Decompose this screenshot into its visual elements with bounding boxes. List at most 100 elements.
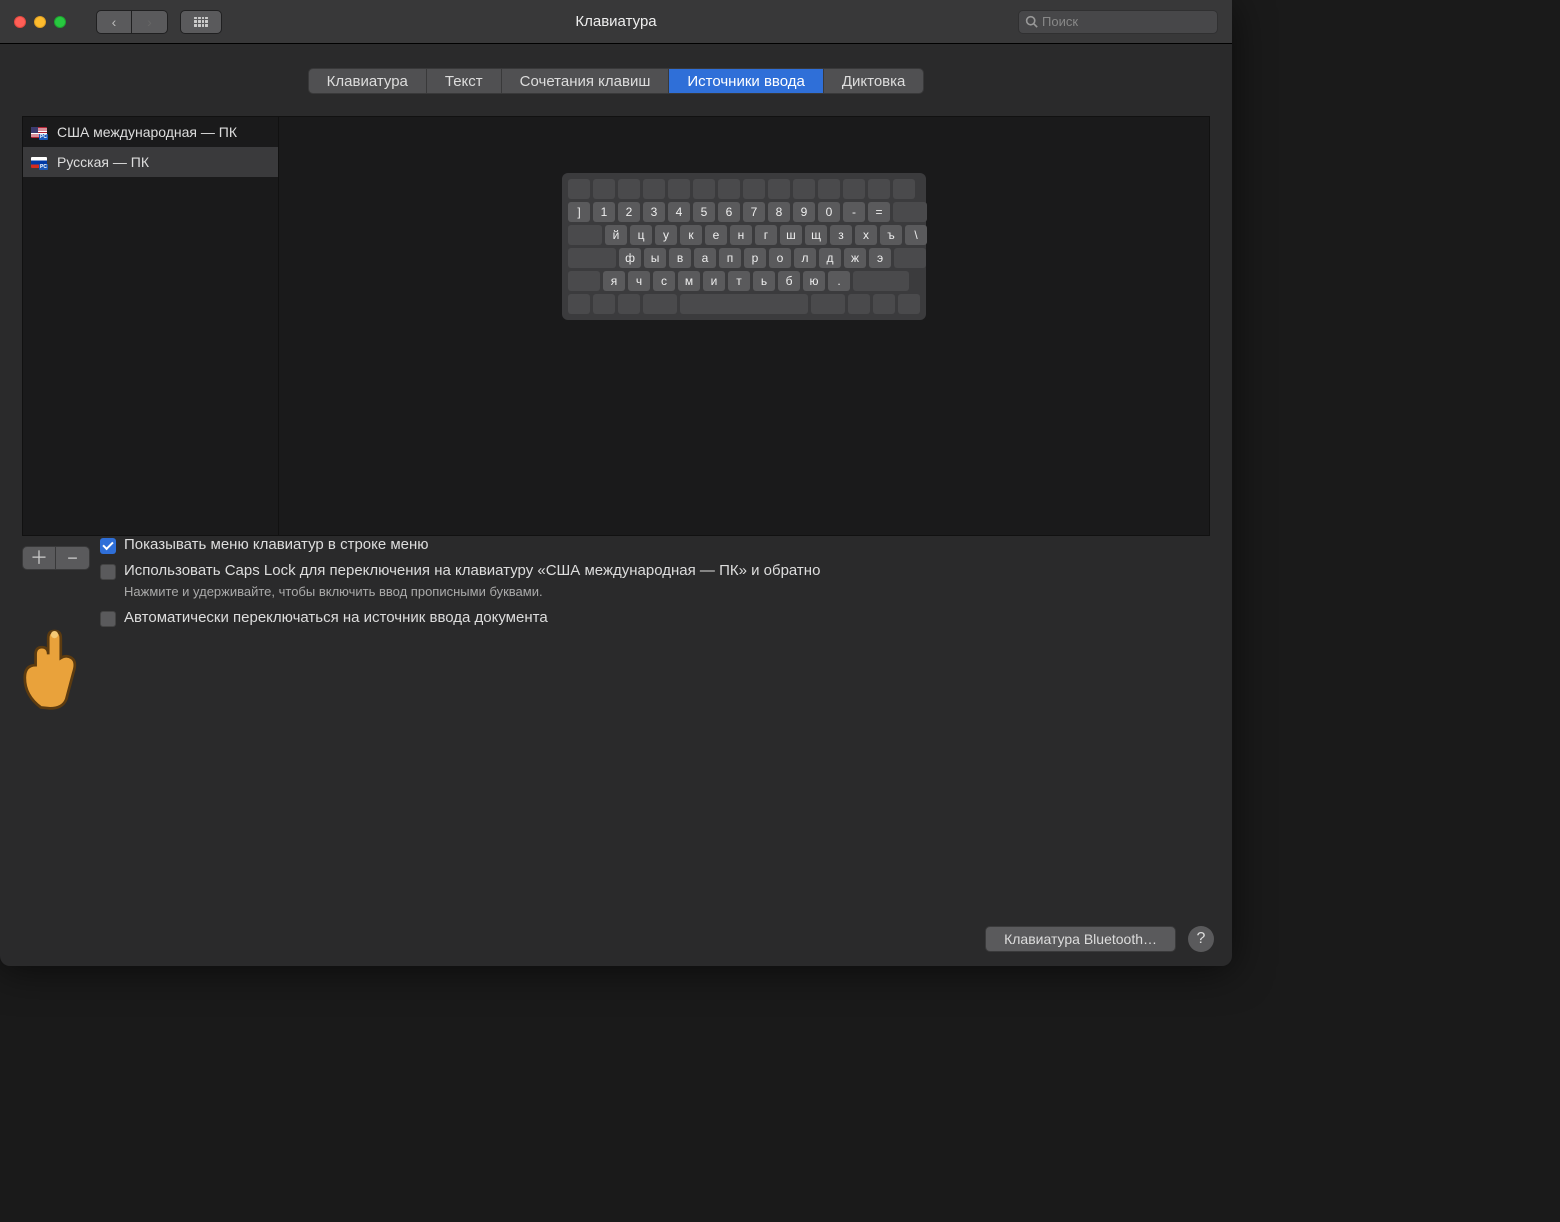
- source-item[interactable]: Русская — ПК: [23, 147, 278, 177]
- key: [618, 294, 640, 314]
- key: е: [705, 225, 727, 245]
- tab-3[interactable]: Источники ввода: [669, 68, 823, 94]
- option-auto-switch: Автоматически переключаться на источник …: [100, 609, 1216, 627]
- key: [843, 179, 865, 199]
- minimize-window-button[interactable]: [34, 16, 46, 28]
- keyboard-layout: ]1234567890-=йцукенгшщзхъ\фывапролджэячс…: [562, 173, 926, 320]
- key: д: [819, 248, 841, 268]
- back-button[interactable]: ‹: [96, 10, 132, 34]
- caps-lock-label: Использовать Caps Lock для переключения …: [124, 562, 820, 579]
- key: [593, 179, 615, 199]
- tab-1[interactable]: Текст: [427, 68, 502, 94]
- option-caps-lock: Использовать Caps Lock для переключения …: [100, 562, 1216, 580]
- key: ы: [644, 248, 666, 268]
- search-field[interactable]: Поиск: [1018, 10, 1218, 34]
- flag-icon: [31, 127, 47, 138]
- key: 5: [693, 202, 715, 222]
- key: [818, 179, 840, 199]
- key: ц: [630, 225, 652, 245]
- key: [568, 225, 602, 245]
- key: ю: [803, 271, 825, 291]
- key: [618, 179, 640, 199]
- key: [568, 179, 590, 199]
- keyboard-preview: ]1234567890-=йцукенгшщзхъ\фывапролджэячс…: [279, 117, 1209, 535]
- minus-icon: −: [67, 549, 78, 567]
- footer: Клавиатура Bluetooth… ?: [0, 914, 1232, 966]
- caps-lock-hint: Нажмите и удерживайте, чтобы включить вв…: [124, 584, 1216, 599]
- key: [680, 294, 808, 314]
- source-label: Русская — ПК: [57, 154, 149, 170]
- key: 6: [718, 202, 740, 222]
- key: и: [703, 271, 725, 291]
- key: п: [719, 248, 741, 268]
- key: ч: [628, 271, 650, 291]
- key: =: [868, 202, 890, 222]
- add-source-button[interactable]: ＋: [22, 546, 56, 570]
- key: [568, 271, 600, 291]
- remove-source-button[interactable]: −: [56, 546, 90, 570]
- zoom-window-button[interactable]: [54, 16, 66, 28]
- key: ш: [780, 225, 802, 245]
- source-item[interactable]: США международная — ПК: [23, 117, 278, 147]
- chevron-right-icon: ›: [147, 14, 152, 30]
- flag-icon: [31, 157, 47, 168]
- key: 9: [793, 202, 815, 222]
- tab-bar: КлавиатураТекстСочетания клавишИсточники…: [16, 68, 1216, 94]
- chevron-left-icon: ‹: [112, 14, 117, 30]
- option-show-menu: Показывать меню клавиатур в строке меню: [100, 536, 1216, 554]
- show-menu-label: Показывать меню клавиатур в строке меню: [124, 536, 429, 553]
- key: 2: [618, 202, 640, 222]
- key: [893, 202, 927, 222]
- help-button[interactable]: ?: [1188, 926, 1214, 952]
- key: с: [653, 271, 675, 291]
- search-placeholder: Поиск: [1042, 14, 1078, 29]
- key: м: [678, 271, 700, 291]
- caps-lock-checkbox[interactable]: [100, 564, 116, 580]
- key: .: [828, 271, 850, 291]
- key: [868, 179, 890, 199]
- key: [848, 294, 870, 314]
- key: \: [905, 225, 927, 245]
- window-title: Клавиатура: [575, 13, 656, 30]
- auto-switch-label: Автоматически переключаться на источник …: [124, 609, 548, 626]
- key: [898, 294, 920, 314]
- close-window-button[interactable]: [14, 16, 26, 28]
- key: 7: [743, 202, 765, 222]
- key: э: [869, 248, 891, 268]
- auto-switch-checkbox[interactable]: [100, 611, 116, 627]
- key: 3: [643, 202, 665, 222]
- forward-button[interactable]: ›: [132, 10, 168, 34]
- show-all-button[interactable]: [180, 10, 222, 34]
- key: 4: [668, 202, 690, 222]
- key: й: [605, 225, 627, 245]
- tab-4[interactable]: Диктовка: [824, 68, 925, 94]
- key: [643, 179, 665, 199]
- key: у: [655, 225, 677, 245]
- key: я: [603, 271, 625, 291]
- input-sources-list[interactable]: США международная — ПК Русская — ПК: [23, 117, 279, 535]
- key: т: [728, 271, 750, 291]
- key: [893, 179, 915, 199]
- bluetooth-keyboard-button[interactable]: Клавиатура Bluetooth…: [985, 926, 1176, 952]
- key: н: [730, 225, 752, 245]
- key: [593, 294, 615, 314]
- key: [743, 179, 765, 199]
- show-menu-checkbox[interactable]: [100, 538, 116, 554]
- key: ]: [568, 202, 590, 222]
- search-icon: [1025, 15, 1038, 28]
- key: щ: [805, 225, 827, 245]
- question-icon: ?: [1197, 930, 1206, 948]
- key: [811, 294, 845, 314]
- key: [894, 248, 926, 268]
- key: б: [778, 271, 800, 291]
- titlebar: ‹ › Клавиатура Поиск: [0, 0, 1232, 44]
- tab-2[interactable]: Сочетания клавиш: [502, 68, 670, 94]
- add-remove-buttons: ＋ −: [22, 546, 90, 570]
- key: л: [794, 248, 816, 268]
- key: х: [855, 225, 877, 245]
- nav-buttons: ‹ ›: [96, 10, 168, 34]
- key: [853, 271, 909, 291]
- tab-0[interactable]: Клавиатура: [308, 68, 427, 94]
- key: [568, 248, 616, 268]
- key: [668, 179, 690, 199]
